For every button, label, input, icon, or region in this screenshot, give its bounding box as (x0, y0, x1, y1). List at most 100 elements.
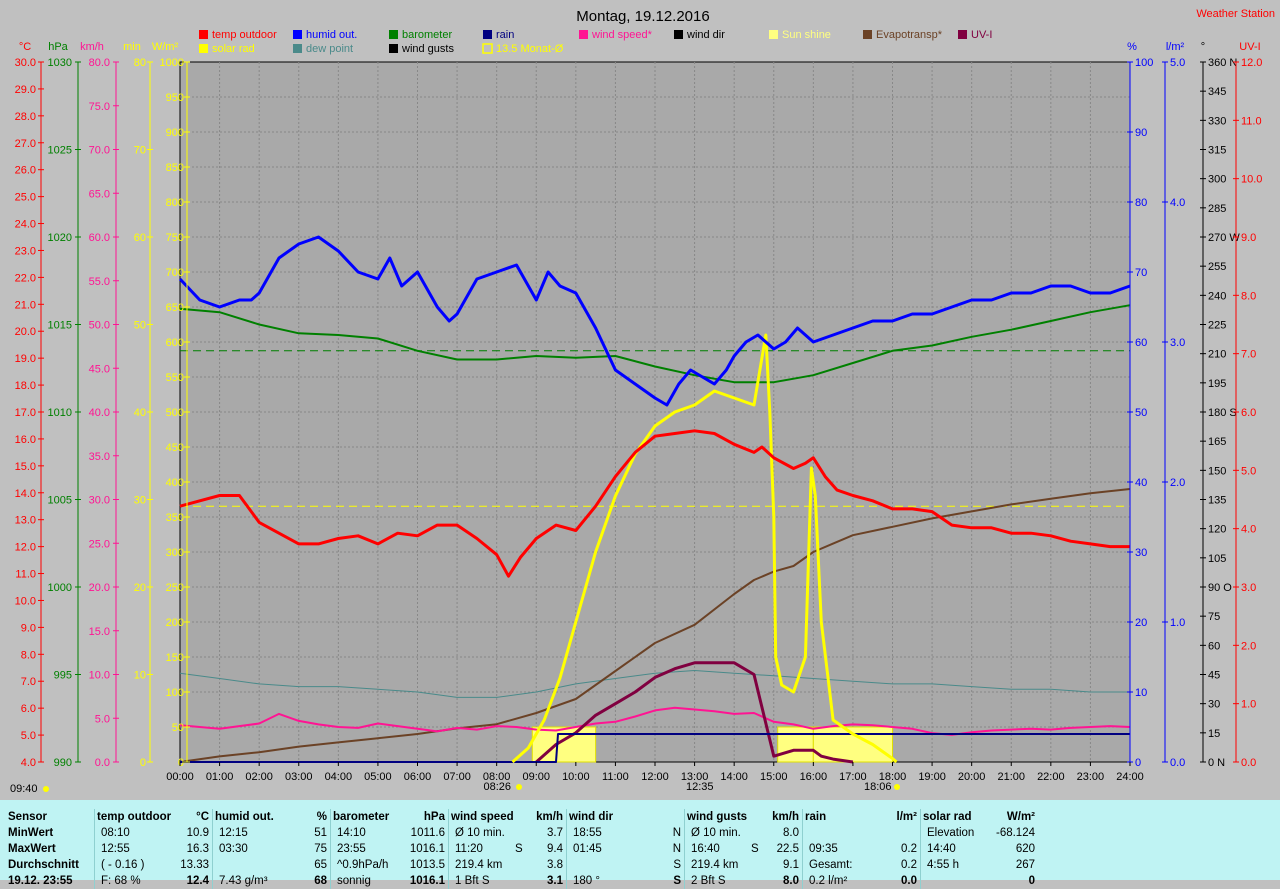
pressure-tick-label: 1010 (48, 407, 72, 419)
legend-swatch (769, 30, 778, 39)
stats-row: 1 Bft S 3.1 (451, 873, 563, 889)
solar-tick-label: 1000 (160, 57, 184, 69)
temp-tick-label: 29.0 (15, 84, 36, 96)
stats-cell: 14:10 (337, 827, 366, 839)
pressure-tick-label: 1020 (48, 232, 72, 244)
stats-cell: 8.0 (783, 875, 799, 887)
uv-tick-label: 7.0 (1241, 349, 1256, 361)
stats-group-unit: km/h (772, 811, 799, 823)
time-tick-label: 04:00 (325, 771, 353, 783)
stats-cell: 0.2 (901, 859, 917, 871)
temp-tick-label: 8.0 (21, 649, 36, 661)
wind-tick-label: 50.0 (89, 320, 110, 332)
stats-group: temp outdoor °C 08:10 10.9 12:55 16.3 ( - 0.16… (94, 809, 209, 889)
legend-label: Evapotransp* (876, 29, 943, 41)
stats-row: 2 Bft S 8.0 (687, 873, 799, 889)
solar-tick-label: 450 (166, 442, 184, 454)
stats-group-title: wind dir (569, 811, 614, 823)
stats-group-title: solar rad (923, 811, 972, 823)
humidity-tick-label: 20 (1135, 617, 1147, 629)
solar-tick-label: 150 (166, 652, 184, 664)
wind-tick-label: 55.0 (89, 276, 110, 288)
sun-icon (43, 786, 49, 792)
weather-chart: 30.0 29.0 28.0 27.0 26.0 25.0 24.0 23.0 22.0 21.0… (10, 8, 1275, 795)
minutes-tick-label: 0 (140, 757, 146, 769)
stats-cell: 13.33 (180, 859, 209, 871)
stats-cell: 03:30 (219, 843, 248, 855)
legend-label: Sun shine (782, 29, 831, 41)
stats-cell: 1011.6 (410, 827, 445, 839)
direction-tick-label: 210 (1208, 349, 1226, 361)
stats-cell: 180 ° (573, 875, 600, 887)
direction-tick-label: 30 (1208, 699, 1220, 711)
stats-now-label: 19.12. 23:55 (8, 875, 73, 887)
wind-tick-label: 60.0 (89, 232, 110, 244)
wind-tick-label: 75.0 (89, 101, 110, 113)
stats-group-unit: l/m² (896, 811, 917, 823)
stats-cell: ^0.9hPa/h (337, 859, 389, 871)
stats-cell: 16.3 (186, 843, 209, 855)
direction-tick-label: 75 (1208, 611, 1220, 623)
time-tick-label: 19:00 (918, 771, 946, 783)
stats-row: sonnig 1016.1 (333, 873, 445, 889)
stats-cell: 7.43 g/m³ (219, 875, 268, 887)
stats-row: 14:10 1011.6 (333, 825, 445, 841)
stats-cell: 3.7 (547, 827, 563, 839)
stats-row: 14:40 620 (923, 841, 1035, 857)
minutes-tick-label: 40 (134, 407, 146, 419)
stats-group-unit: °C (196, 811, 209, 823)
stats-cell: -68.124 (995, 827, 1035, 839)
wind-tick-label: 80.0 (89, 57, 110, 69)
uv-tick-label: 5.0 (1241, 465, 1256, 477)
stats-row: 23:55 1016.1 (333, 841, 445, 857)
wind-tick-label: 25.0 (89, 538, 110, 550)
stats-sensor-header: Sensor (8, 811, 47, 823)
legend-swatch (482, 43, 493, 54)
stats-cell: S (673, 875, 681, 887)
legend-label: solar rad (212, 43, 255, 55)
direction-tick-label: 225 (1208, 320, 1226, 332)
stats-group-title: wind gusts (687, 811, 748, 823)
rain-tick-label: 3.0 (1170, 337, 1185, 349)
uv-tick-label: 1.0 (1241, 699, 1256, 711)
axis-unit-label: % (1127, 41, 1137, 53)
stats-row: 12:15 51 (215, 825, 327, 841)
stats-group: wind gusts km/h Ø 10 min. 8.0 16:40 S 22.5 219.… (684, 809, 799, 889)
stats-group-title: temp outdoor (97, 811, 172, 823)
legend-swatch (199, 44, 208, 53)
stats-group: wind speed km/h Ø 10 min. 3.7 11:20 S 9.4 219.4… (448, 809, 563, 889)
stats-cell: Elevation (927, 827, 975, 839)
solar-tick-label: 900 (166, 127, 184, 139)
sunrise-label: 08:26 (483, 781, 511, 793)
stats-cell: 0.0 (901, 875, 917, 887)
stats-cell: 68 (314, 875, 327, 887)
uv-tick-label: 3.0 (1241, 582, 1256, 594)
stats-cell: S (515, 843, 523, 855)
stats-cell: 16:40 (691, 843, 720, 855)
time-tick-label: 14:00 (720, 771, 748, 783)
stats-cell: 0.2 (901, 843, 917, 855)
minutes-tick-label: 70 (134, 145, 146, 157)
direction-tick-label: 165 (1208, 436, 1226, 448)
stats-cell: 1 Bft S (455, 875, 490, 887)
minutes-tick-label: 60 (134, 232, 146, 244)
uv-tick-label: 4.0 (1241, 524, 1256, 536)
temp-tick-label: 21.0 (15, 299, 36, 311)
axis-unit-label: min (123, 41, 141, 53)
pressure-tick-label: 1015 (48, 320, 72, 332)
temp-tick-label: 9.0 (21, 622, 36, 634)
stats-cell: 8.0 (783, 827, 799, 839)
stats-cell: 267 (1015, 859, 1035, 871)
legend-swatch (389, 44, 398, 53)
stats-row: 7.43 g/m³ 68 (215, 873, 327, 889)
direction-tick-label: 345 (1208, 86, 1226, 98)
temp-tick-label: 14.0 (15, 488, 36, 500)
stats-cell: Gesamt: (809, 859, 853, 871)
stats-cell: 12:55 (101, 843, 130, 855)
humidity-tick-label: 50 (1135, 407, 1147, 419)
time-tick-label: 06:00 (404, 771, 432, 783)
solar-tick-label: 100 (166, 687, 184, 699)
stats-cell: Ø 10 min. (455, 827, 505, 839)
pressure-tick-label: 1025 (48, 145, 72, 157)
stats-row: S (569, 857, 681, 873)
